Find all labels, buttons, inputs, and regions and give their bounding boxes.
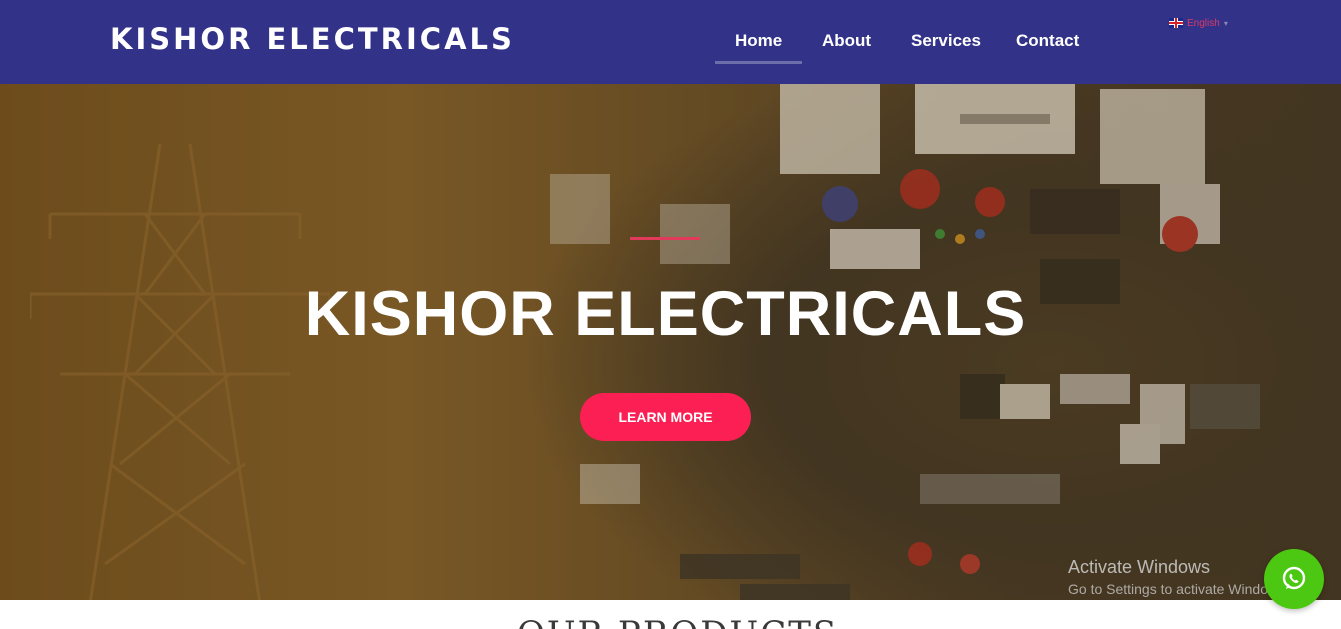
learn-more-button[interactable]: LEARN MORE (580, 393, 751, 441)
site-logo[interactable]: KISHOR ELECTRICALS (110, 20, 515, 58)
products-section-heading: OUR PRODUCTS (0, 612, 1341, 629)
uk-flag-icon (1169, 18, 1183, 28)
nav-home[interactable]: Home (735, 28, 782, 54)
language-selector[interactable]: English ▾ (1169, 16, 1228, 30)
language-label: English (1187, 17, 1220, 29)
nav-contact[interactable]: Contact (1016, 28, 1079, 54)
site-header: KISHOR ELECTRICALS Home About Services C… (0, 0, 1341, 84)
nav-about[interactable]: About (822, 28, 871, 54)
whatsapp-icon (1282, 566, 1306, 590)
chevron-down-icon: ▾ (1223, 18, 1228, 28)
hero-banner: KISHOR ELECTRICALS LEARN MORE (0, 84, 1341, 600)
whatsapp-button[interactable] (1264, 549, 1324, 609)
products-title: OUR PRODUCTS (517, 614, 838, 629)
activate-windows-title: Activate Windows (1068, 557, 1211, 577)
nav-services[interactable]: Services (911, 28, 981, 54)
nav-active-indicator (715, 61, 802, 64)
hero-accent-line (630, 237, 700, 240)
activate-windows-subtitle: Go to Settings to activate Windows. (1068, 581, 1289, 597)
hero-title: KISHOR ELECTRICALS (304, 279, 1027, 349)
